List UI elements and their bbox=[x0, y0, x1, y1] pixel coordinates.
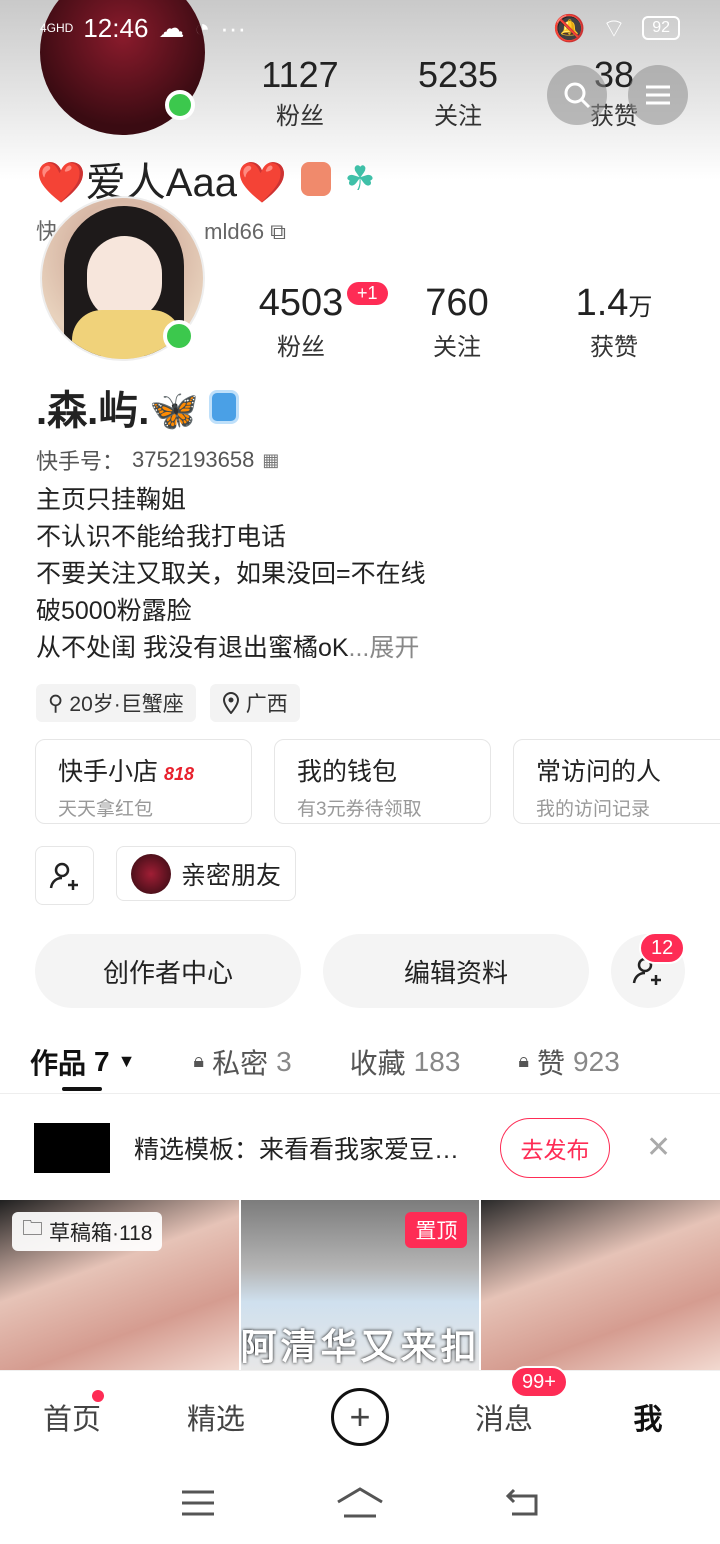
ghost-online-dot bbox=[165, 90, 195, 120]
tab-featured[interactable]: 精选 bbox=[144, 1396, 288, 1438]
ghost-fans: 1127 粉丝 bbox=[261, 54, 339, 130]
publish-button[interactable]: 去发布 bbox=[500, 1117, 610, 1178]
bottom-tab-bar: 首页 精选 + 消息 99+ 我 bbox=[0, 1365, 720, 1462]
banner-text: 精选模板：来看看我家爱豆… bbox=[134, 1135, 460, 1164]
plus-icon: + bbox=[331, 1387, 389, 1446]
close-friend-avatar bbox=[131, 853, 171, 894]
location-tag: 广西 bbox=[209, 684, 300, 722]
service-cards: 快手小店 818 天天拿红包 我的钱包 有3元券待领取 常访问的人 我的访问记录 bbox=[35, 739, 720, 824]
verified-badge-icon[interactable] bbox=[209, 390, 240, 424]
pinned-badge: 置顶 bbox=[405, 1212, 468, 1248]
likes-stat[interactable]: 1.4万 获赞 bbox=[539, 282, 689, 362]
tab-private[interactable]: 🔒︎ 私密 3 bbox=[193, 1042, 291, 1082]
user-id: 快手号： 3752193658 ▦ bbox=[36, 447, 280, 474]
friend-requests-badge: 12 bbox=[639, 932, 686, 964]
tab-favorites[interactable]: 收藏 183 bbox=[350, 1042, 461, 1082]
friends-row: 亲密朋友 bbox=[35, 846, 297, 905]
back-icon[interactable] bbox=[504, 1488, 540, 1518]
menu-icon bbox=[646, 85, 670, 105]
tab-home[interactable]: 首页 bbox=[0, 1389, 144, 1438]
following-stat[interactable]: 760 关注 bbox=[382, 282, 532, 362]
tab-works[interactable]: 作品 7 ▼ bbox=[30, 1042, 135, 1082]
messages-badge: 99+ bbox=[510, 1365, 568, 1398]
search-button[interactable] bbox=[547, 65, 607, 125]
kuaishou-shop-card[interactable]: 快手小店 818 天天拿红包 bbox=[35, 739, 252, 824]
profile-actions: 创作者中心 编辑资料 12 bbox=[35, 932, 686, 1008]
creator-center-button[interactable]: 创作者中心 bbox=[35, 934, 301, 1008]
video-item[interactable] bbox=[481, 1200, 720, 1370]
home-notification-dot bbox=[92, 1389, 104, 1402]
location-icon bbox=[222, 692, 239, 714]
profile-tags: ⚲ 20岁·巨蟹座 广西 bbox=[36, 684, 300, 722]
lock-icon: 🔒︎ bbox=[518, 1050, 530, 1072]
copy-icon: ⧉ bbox=[270, 219, 286, 244]
bio[interactable]: 主页只挂鞠姐 不认识不能给我打电话 不要关注又取关，如果没回=不在线 破5000… bbox=[36, 482, 426, 667]
pinned-video-item[interactable]: 置顶 阿清华又来扣 bbox=[240, 1200, 480, 1370]
works-grid: 🗀 草稿箱·118 置顶 阿清华又来扣 bbox=[0, 1200, 720, 1370]
content-tabs: 作品 7 ▼ 🔒︎ 私密 3 收藏 183 🔒︎ 赞 923 bbox=[0, 1030, 720, 1094]
menu-button[interactable] bbox=[628, 65, 688, 125]
ghost-following: 5235 关注 bbox=[417, 54, 499, 130]
banner-thumbnail bbox=[34, 1122, 110, 1173]
app-notification-icon: ◔ bbox=[194, 12, 211, 43]
tab-create[interactable]: + bbox=[288, 1387, 432, 1446]
qrcode-icon[interactable]: ▦ bbox=[262, 450, 279, 471]
clover-icon: ☘ bbox=[344, 160, 376, 198]
medal-icon bbox=[300, 162, 331, 196]
add-user-icon bbox=[49, 862, 78, 890]
friend-requests-button[interactable]: 12 bbox=[611, 932, 686, 1008]
recents-icon[interactable] bbox=[180, 1488, 216, 1518]
tab-me[interactable]: 我 bbox=[576, 1396, 720, 1438]
edit-profile-button[interactable]: 编辑资料 bbox=[323, 934, 589, 1008]
video-overlay-text: 阿清华又来扣 bbox=[240, 1326, 480, 1367]
clock: 12:46 bbox=[83, 12, 149, 43]
folder-icon: 🗀 bbox=[22, 1217, 43, 1240]
tab-messages[interactable]: 消息 99+ bbox=[432, 1365, 576, 1438]
mute-icon: 🔕 bbox=[553, 12, 586, 43]
wifi-icon: ⌔ bbox=[601, 12, 627, 43]
expand-bio-link[interactable]: ...展开 bbox=[349, 634, 420, 662]
close-friends-button[interactable]: 亲密朋友 bbox=[116, 846, 297, 901]
cloud-icon: ☁ bbox=[158, 12, 185, 43]
close-icon[interactable]: ✕ bbox=[646, 1130, 671, 1165]
add-friend-button[interactable] bbox=[35, 846, 94, 905]
system-nav-bar bbox=[0, 1462, 720, 1544]
age-tag: ⚲ 20岁·巨蟹座 bbox=[36, 684, 196, 722]
search-icon bbox=[564, 82, 591, 109]
lock-icon: 🔒︎ bbox=[193, 1050, 205, 1072]
profile-username: .森.屿.🦋 bbox=[36, 378, 240, 436]
tab-likes[interactable]: 🔒︎ 赞 923 bbox=[518, 1042, 619, 1082]
network-indicator: 4GHD bbox=[40, 21, 74, 35]
frequent-visitors-card[interactable]: 常访问的人 我的访问记录 bbox=[513, 739, 720, 824]
status-bar: 4GHD 12:46 ☁ ◔ ··· 🔕 ⌔ 92 bbox=[0, 0, 720, 56]
draft-box-item[interactable]: 🗀 草稿箱·118 bbox=[0, 1200, 239, 1370]
ghost-username: ❤️爱人Aaa❤️ ☘ bbox=[36, 160, 376, 205]
active-tab-indicator bbox=[62, 1087, 102, 1091]
gender-icon: ⚲ bbox=[48, 691, 64, 715]
template-banner: 精选模板：来看看我家爱豆… 去发布 ✕ bbox=[0, 1095, 720, 1200]
wallet-card[interactable]: 我的钱包 有3元券待领取 bbox=[274, 739, 491, 824]
home-icon[interactable] bbox=[336, 1486, 384, 1520]
more-notifications: ··· bbox=[220, 12, 247, 43]
battery-indicator: 92 bbox=[642, 16, 680, 40]
draft-box-label: 🗀 草稿箱·118 bbox=[12, 1212, 163, 1251]
chevron-down-icon: ▼ bbox=[117, 1051, 136, 1071]
online-status-dot bbox=[163, 320, 195, 352]
